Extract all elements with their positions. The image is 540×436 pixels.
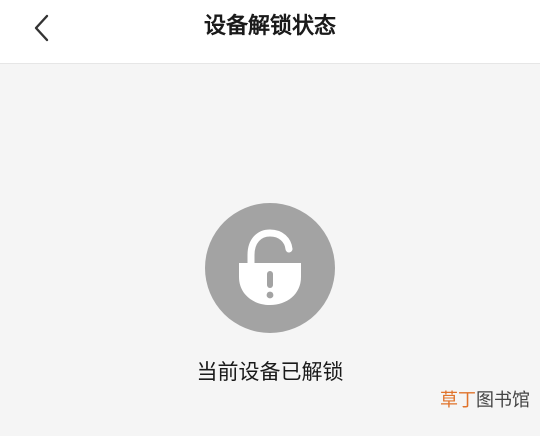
- page-title: 设备解锁状态: [203, 14, 336, 39]
- unlock-status-message: 当前设备已解锁: [196, 360, 344, 384]
- top-bar: 设备解锁状态: [0, 0, 540, 64]
- watermark: 草丁图书馆: [440, 388, 530, 414]
- watermark-accent-text: 草丁: [440, 390, 476, 411]
- unlock-status-badge: [205, 203, 335, 333]
- watermark-text: 图书馆: [476, 390, 530, 411]
- unlocked-padlock-icon: [239, 229, 301, 305]
